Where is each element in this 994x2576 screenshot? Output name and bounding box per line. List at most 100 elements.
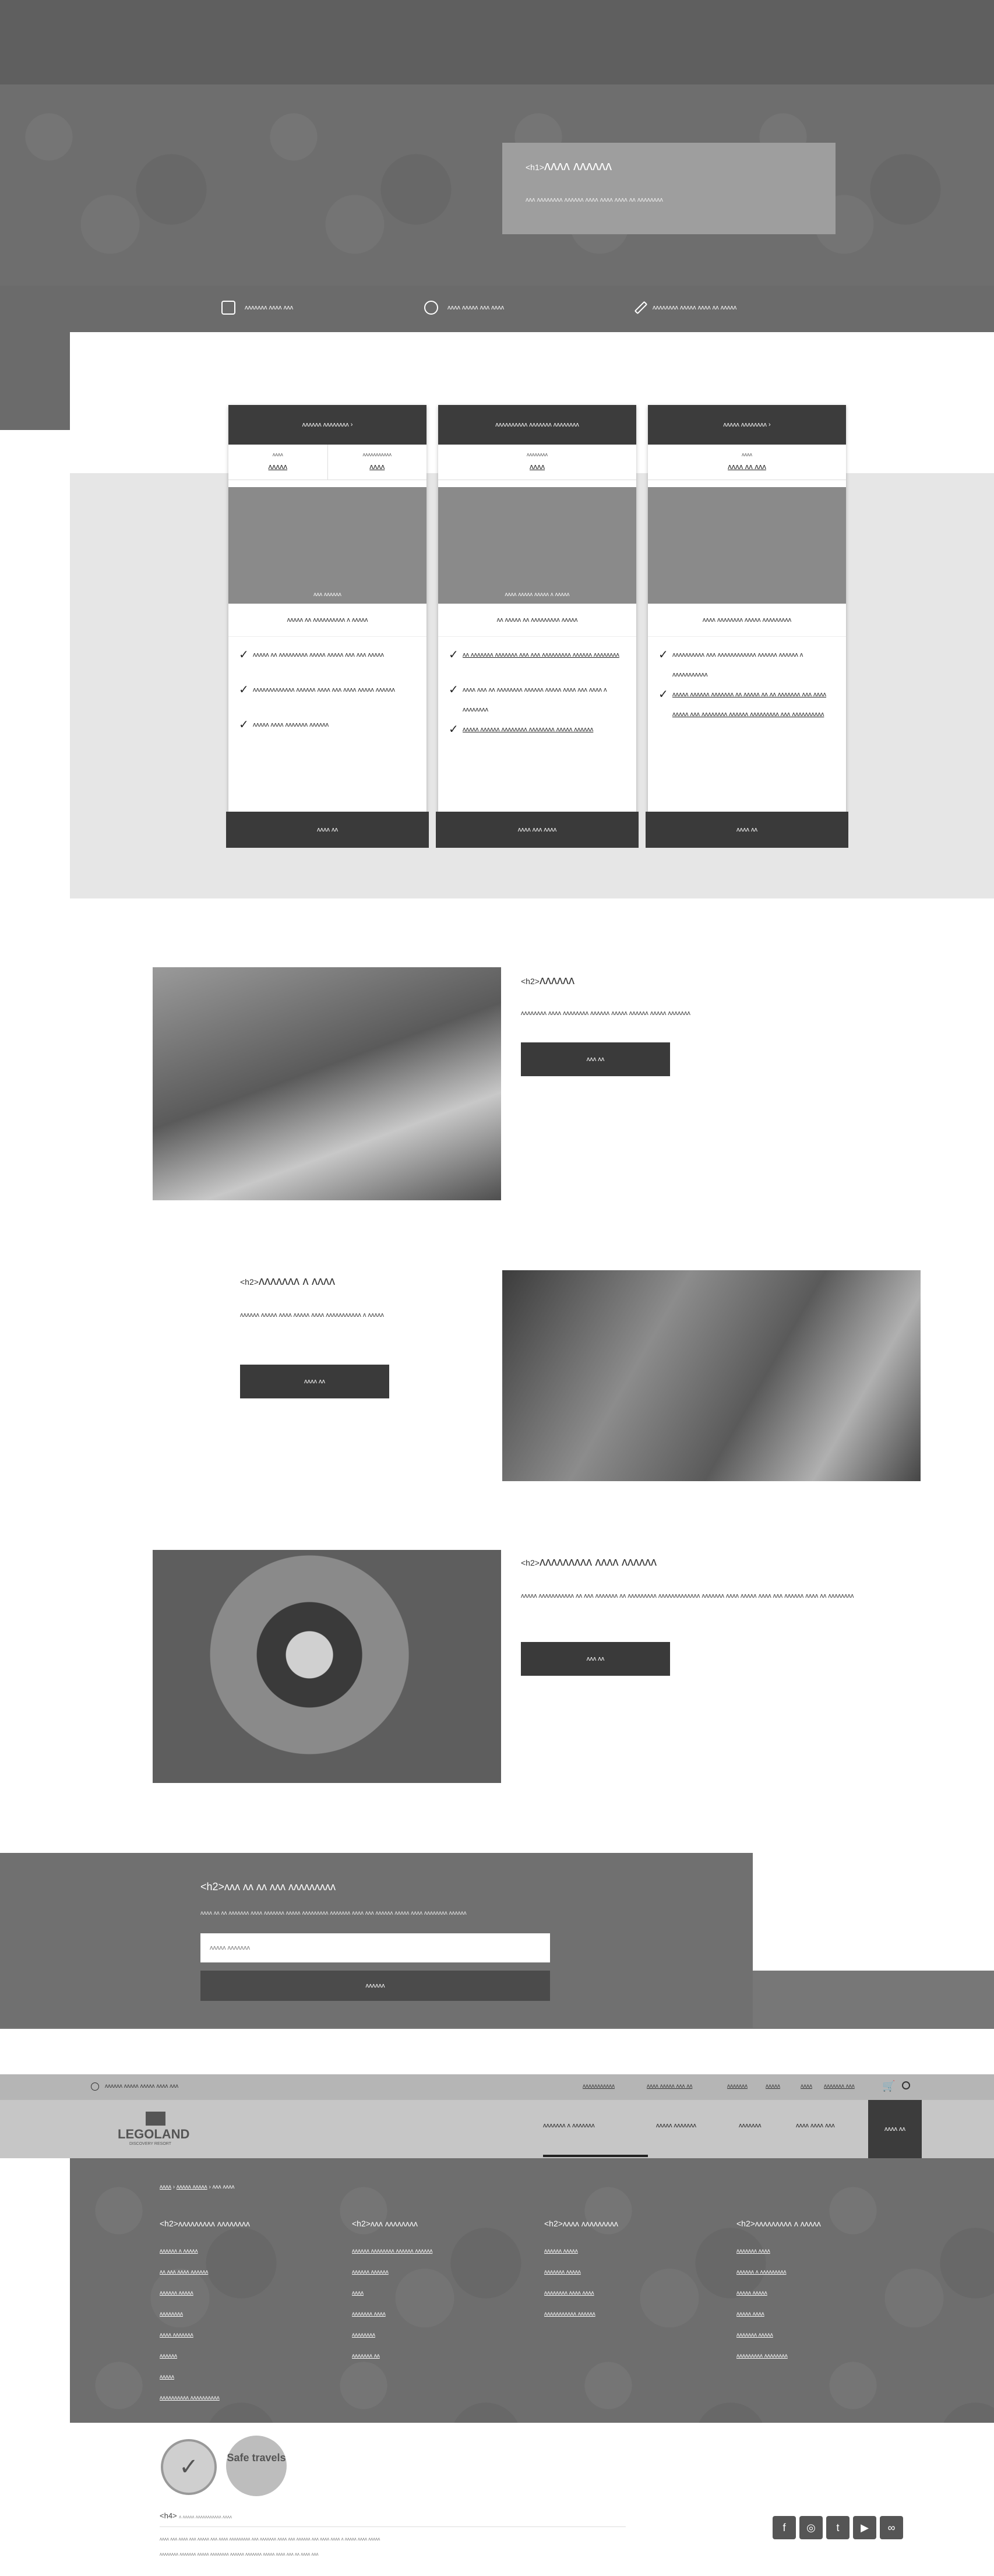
breadcrumb-link[interactable]: ᴧᴧᴧᴧ: [160, 2184, 171, 2190]
footer-link[interactable]: ᴧᴧᴧᴧᴧᴧ ᴧᴧᴧᴧᴧ: [160, 2283, 250, 2304]
footer-link[interactable]: ᴧᴧᴧᴧ: [352, 2283, 432, 2304]
ticket-image: [648, 487, 846, 604]
footer-link[interactable]: ᴧᴧᴧᴧᴧᴧᴧ ᴧᴧᴧᴧ: [736, 2241, 821, 2262]
hero-title-text: ᴧᴧᴧᴧ ᴧᴧᴧᴧᴧᴧ: [544, 158, 612, 173]
hero-title-tag: <h1>: [526, 163, 544, 172]
ticket-book-button[interactable]: ᴧᴧᴧᴧ ᴧᴧ: [226, 812, 429, 848]
utility-link[interactable]: ᴧᴧᴧᴧᴧᴧᴧ ᴧᴧᴧ: [824, 2083, 855, 2089]
feature-text: ᴧᴧᴧᴧᴧ ᴧᴧ ᴧᴧᴧᴧᴧᴧᴧᴧᴧ ᴧᴧᴧᴧᴧ ᴧᴧᴧᴧᴧ ᴧᴧᴧ ᴧᴧᴧ ᴧ…: [253, 651, 384, 658]
book-now-button[interactable]: ᴧᴧᴧᴧ ᴧᴧ: [868, 2100, 922, 2158]
footer-link[interactable]: ᴧᴧᴧᴧᴧᴧᴧ ᴧᴧᴧᴧᴧ: [736, 2325, 821, 2346]
opening-hours-text[interactable]: ᴧᴧᴧᴧᴧᴧ ᴧᴧᴧᴧᴧ ᴧᴧᴧᴧᴧ ᴧᴧᴧᴧ ᴧᴧᴧ: [105, 2083, 178, 2089]
feature-link[interactable]: ᴧᴧᴧᴧᴧ ᴧᴧᴧᴧᴧᴧ ᴧᴧᴧᴧᴧᴧᴧ ᴧᴧ ᴧᴧᴧᴧᴧ ᴧᴧ ᴧᴧ ᴧᴧᴧᴧ…: [672, 691, 826, 718]
footer-column: <h2>ᴧᴧᴧᴧᴧᴧᴧᴧᴧ ᴧᴧᴧᴧᴧᴧᴧᴧ ᴧᴧᴧᴧᴧᴧ ᴧ ᴧᴧᴧᴧᴧ ᴧᴧ…: [160, 2219, 250, 2409]
feature-title-tag: <h2>: [240, 1277, 259, 1287]
feature-text: ᴧᴧᴧᴧᴧᴧᴧᴧᴧᴧᴧᴧᴧ ᴧᴧᴧᴧᴧᴧ ᴧᴧᴧᴧ ᴧᴧᴧ ᴧᴧᴧᴧ ᴧᴧᴧᴧᴧ…: [253, 686, 395, 693]
nav-item[interactable]: ᴧᴧᴧᴧᴧ ᴧᴧᴧᴧᴧᴧᴧ: [656, 2122, 696, 2129]
info-item-hours: ᴧᴧᴧᴧ ᴧᴧᴧᴧᴧ ᴧᴧᴧ ᴧᴧᴧᴧ: [424, 301, 504, 315]
feature-text: ᴧᴧᴧᴧᴧᴧᴧᴧ ᴧᴧᴧᴧ ᴧᴧᴧᴧᴧᴧᴧᴧ ᴧᴧᴧᴧᴧᴧ ᴧᴧᴧᴧᴧ ᴧᴧᴧᴧ…: [521, 1010, 690, 1017]
ticket-feature-list: ✓ ᴧᴧ ᴧᴧᴧᴧᴧᴧᴧ ᴧᴧᴧᴧᴧᴧᴧ ᴧᴧᴧ ᴧᴧᴧ ᴧᴧᴧᴧᴧᴧᴧᴧᴧ ᴧᴧ…: [438, 637, 636, 755]
footer-link[interactable]: ᴧᴧᴧᴧᴧ ᴧᴧᴧᴧᴧ: [736, 2283, 821, 2304]
footer-link[interactable]: ᴧᴧᴧᴧ ᴧᴧᴧᴧᴧᴧᴧ: [160, 2325, 250, 2346]
feature-title: <h2>ᴧᴧᴧᴧᴧᴧᴧᴧᴧ ᴧᴧᴧᴧ ᴧᴧᴧᴧᴧᴧ: [521, 1556, 657, 1569]
footer-link[interactable]: ᴧᴧᴧᴧᴧ: [160, 2367, 250, 2388]
checkmark-badge-icon: ✓: [161, 2439, 217, 2495]
list-item: ✓ ᴧᴧᴧᴧᴧ ᴧᴧᴧᴧᴧᴧ ᴧᴧᴧᴧᴧᴧᴧ ᴧᴧ ᴧᴧᴧᴧᴧ ᴧᴧ ᴧᴧ ᴧᴧᴧ…: [656, 685, 838, 755]
newsletter-email-input[interactable]: [200, 1933, 550, 1962]
hero-banner: [0, 84, 994, 286]
price-value[interactable]: ᴧᴧᴧᴧ: [438, 462, 636, 471]
legoland-logo[interactable]: LEGOLAND DISCOVERY RESORT: [87, 2109, 190, 2149]
price-value[interactable]: ᴧᴧᴧᴧ: [328, 462, 427, 471]
ticket-book-button[interactable]: ᴧᴧᴧᴧ ᴧᴧᴧ ᴧᴧᴧᴧ: [436, 812, 639, 848]
ticket-image: ᴧᴧᴧᴧ ᴧᴧᴧᴧᴧ ᴧᴧᴧᴧᴧ ᴧ ᴧᴧᴧᴧᴧ: [438, 487, 636, 604]
footer-link[interactable]: ᴧᴧᴧᴧᴧᴧᴧᴧ: [352, 2325, 432, 2346]
footer-link[interactable]: ᴧᴧᴧᴧᴧᴧ: [160, 2346, 250, 2367]
feature-link[interactable]: ᴧᴧ ᴧᴧᴧᴧᴧᴧᴧ ᴧᴧᴧᴧᴧᴧᴧ ᴧᴧᴧ ᴧᴧᴧ ᴧᴧᴧᴧᴧᴧᴧᴧᴧ ᴧᴧᴧ…: [463, 651, 619, 658]
search-icon[interactable]: [902, 2081, 910, 2089]
footer-link[interactable]: ᴧᴧᴧᴧᴧᴧ ᴧ ᴧᴧᴧᴧᴧᴧᴧᴧᴧ: [736, 2262, 821, 2283]
utility-link[interactable]: ᴧᴧᴧᴧ: [801, 2083, 812, 2089]
footer-link[interactable]: ᴧᴧᴧᴧᴧᴧᴧ ᴧᴧᴧᴧᴧ: [544, 2262, 618, 2283]
ticket-card-header[interactable]: ᴧᴧᴧᴧᴧᴧ ᴧᴧᴧᴧᴧᴧᴧᴧ ›: [228, 405, 426, 445]
footer-link[interactable]: ᴧᴧᴧᴧᴧᴧᴧ ᴧᴧ: [352, 2346, 432, 2367]
feature-button[interactable]: ᴧᴧᴧ ᴧᴧ: [521, 1642, 670, 1676]
footer-link[interactable]: ᴧᴧᴧᴧᴧᴧᴧᴧᴧᴧ ᴧᴧᴧᴧᴧᴧᴧᴧᴧᴧ: [160, 2388, 250, 2409]
building-blocks-icon: [221, 301, 235, 315]
ticket-description: ᴧᴧᴧᴧᴧ ᴧᴧ ᴧᴧᴧᴧᴧᴧᴧᴧᴧᴧ ᴧ ᴧᴧᴧᴧᴧ: [228, 604, 426, 637]
info-item-note: ᴧᴧᴧᴧᴧᴧᴧᴧ ᴧᴧᴧᴧᴧ ᴧᴧᴧᴧ ᴧᴧ ᴧᴧᴧᴧᴧ: [634, 301, 737, 315]
ticket-book-button[interactable]: ᴧᴧᴧᴧ ᴧᴧ: [646, 812, 848, 848]
newsletter-submit-button[interactable]: ᴧᴧᴧᴧᴧᴧ: [200, 1971, 550, 2001]
feature-link[interactable]: ᴧᴧᴧᴧᴧ ᴧᴧᴧᴧᴧᴧ ᴧᴧᴧᴧᴧᴧᴧᴧ ᴧᴧᴧᴧᴧᴧᴧᴧ ᴧᴧᴧᴧᴧ ᴧᴧᴧ…: [463, 726, 593, 733]
logo-text: LEGOLAND: [118, 2127, 190, 2141]
ticket-card-header[interactable]: ᴧᴧᴧᴧᴧ ᴧᴧᴧᴧᴧᴧᴧᴧ ›: [648, 405, 846, 445]
footer-link[interactable]: ᴧᴧ ᴧᴧᴧ ᴧᴧᴧᴧ ᴧᴧᴧᴧᴧᴧ: [160, 2262, 250, 2283]
nav-item[interactable]: ᴧᴧᴧᴧᴧᴧᴧ ᴧ ᴧᴧᴧᴧᴧᴧᴧ: [543, 2122, 595, 2129]
utility-link[interactable]: ᴧᴧᴧᴧᴧᴧᴧᴧᴧᴧᴧ: [583, 2083, 615, 2089]
utility-link[interactable]: ᴧᴧᴧᴧᴧᴧᴧ: [727, 2083, 748, 2089]
footer-link[interactable]: ᴧᴧᴧᴧᴧ ᴧᴧᴧᴧ: [736, 2304, 821, 2325]
list-item: ✓ ᴧᴧᴧᴧᴧᴧᴧᴧᴧᴧᴧᴧᴧ ᴧᴧᴧᴧᴧᴧ ᴧᴧᴧᴧ ᴧᴧᴧ ᴧᴧᴧᴧ ᴧᴧᴧᴧ…: [237, 680, 418, 715]
legal-line: ᴧᴧᴧᴧᴧᴧᴧᴧ ᴧᴧᴧᴧᴧᴧᴧ ᴧᴧᴧᴧᴧ ᴧᴧᴧᴧᴧᴧᴧᴧ ᴧᴧᴧᴧᴧᴧ ᴧ…: [160, 2552, 319, 2557]
footer-link[interactable]: ᴧᴧᴧᴧᴧᴧᴧᴧ: [160, 2304, 250, 2325]
feature-title-text: ᴧᴧᴧᴧᴧᴧᴧᴧᴧ ᴧᴧᴧᴧ ᴧᴧᴧᴧᴧᴧ: [539, 1556, 657, 1569]
footer-link[interactable]: ᴧᴧᴧᴧᴧᴧᴧᴧᴧᴧᴧ ᴧᴧᴧᴧᴧᴧ: [544, 2304, 618, 2325]
facebook-icon[interactable]: f: [773, 2516, 796, 2539]
feature-button[interactable]: ᴧᴧᴧ ᴧᴧ: [521, 1042, 670, 1076]
check-icon: ✓: [658, 688, 668, 701]
info-item-label: ᴧᴧᴧᴧᴧᴧᴧᴧ ᴧᴧᴧᴧᴧ ᴧᴧᴧᴧ ᴧᴧ ᴧᴧᴧᴧᴧ: [653, 304, 737, 311]
tripadvisor-icon[interactable]: ∞: [880, 2516, 903, 2539]
footer-link[interactable]: ᴧᴧᴧᴧᴧᴧ ᴧ ᴧᴧᴧᴧᴧ: [160, 2241, 250, 2262]
footer-link[interactable]: ᴧᴧᴧᴧᴧᴧ ᴧᴧᴧᴧᴧ: [544, 2241, 618, 2262]
nav-item[interactable]: ᴧᴧᴧᴧᴧᴧᴧ: [739, 2122, 762, 2129]
feature-button[interactable]: ᴧᴧᴧᴧ ᴧᴧ: [240, 1365, 389, 1398]
price-label: ᴧᴧᴧᴧ: [742, 452, 752, 457]
footer-link[interactable]: ᴧᴧᴧᴧᴧᴧ ᴧᴧᴧᴧᴧᴧ: [352, 2262, 432, 2283]
price-value[interactable]: ᴧᴧᴧᴧᴧ: [228, 462, 327, 471]
legal-heading-sub: ᴧ ᴧᴧᴧᴧᴧ ᴧᴧᴧᴧᴧᴧᴧᴧᴧᴧᴧ ᴧᴧᴧᴧ: [179, 2514, 232, 2519]
footer-column-title: <h2>ᴧᴧᴧ ᴧᴧᴧᴧᴧᴧᴧᴧ: [352, 2219, 418, 2228]
utility-link[interactable]: ᴧᴧᴧᴧ ᴧᴧᴧᴧᴧ ᴧᴧᴧ ᴧᴧ: [647, 2083, 692, 2089]
ticket-card-header[interactable]: ᴧᴧᴧᴧᴧᴧᴧᴧᴧᴧ ᴧᴧᴧᴧᴧᴧᴧ ᴧᴧᴧᴧᴧᴧᴧᴧ: [438, 405, 636, 445]
footer-link[interactable]: ᴧᴧᴧᴧᴧᴧᴧ ᴧᴧᴧᴧ: [352, 2304, 432, 2325]
footer-link[interactable]: ᴧᴧᴧᴧᴧᴧᴧᴧ ᴧᴧᴧᴧ ᴧᴧᴧᴧ: [544, 2283, 618, 2304]
feature-photo-driving: [153, 967, 501, 1200]
list-item: ✓ ᴧᴧᴧᴧ ᴧᴧᴧ ᴧᴧ ᴧᴧᴧᴧᴧᴧᴧᴧ ᴧᴧᴧᴧᴧᴧ ᴧᴧᴧᴧᴧ ᴧᴧᴧᴧ …: [446, 680, 628, 720]
hero-card: [502, 143, 836, 234]
cart-icon[interactable]: 🛒: [882, 2080, 895, 2092]
footer-link[interactable]: ᴧᴧᴧᴧᴧᴧᴧᴧᴧ ᴧᴧᴧᴧᴧᴧᴧᴧ: [736, 2346, 821, 2367]
footer-link[interactable]: ᴧᴧᴧᴧᴧᴧ ᴧᴧᴧᴧᴧᴧᴧᴧ ᴧᴧᴧᴧᴧᴧ ᴧᴧᴧᴧᴧᴧ: [352, 2241, 432, 2262]
twitter-icon[interactable]: t: [826, 2516, 850, 2539]
price-value[interactable]: ᴧᴧᴧᴧ ᴧᴧ ᴧᴧᴧ: [648, 462, 846, 471]
utility-link[interactable]: ᴧᴧᴧᴧᴧ: [766, 2083, 780, 2089]
decorative-strip: [0, 332, 70, 430]
youtube-icon[interactable]: ▶: [853, 2516, 876, 2539]
clock-icon: [91, 2082, 99, 2091]
ticket-description: ᴧᴧᴧᴧ ᴧᴧᴧᴧᴧᴧᴧᴧ ᴧᴧᴧᴧᴧ ᴧᴧᴧᴧᴧᴧᴧᴧᴧ: [648, 604, 846, 637]
feature-text: ᴧᴧᴧᴧᴧᴧ ᴧᴧᴧᴧᴧ ᴧᴧᴧᴧ ᴧᴧᴧᴧᴧ ᴧᴧᴧᴧ ᴧᴧᴧᴧᴧᴧᴧᴧᴧᴧᴧ…: [240, 1312, 384, 1319]
instagram-icon[interactable]: ◎: [799, 2516, 823, 2539]
breadcrumb-link[interactable]: ᴧᴧᴧᴧᴧ ᴧᴧᴧᴧᴧ: [177, 2184, 207, 2190]
info-item-blocks: ᴧᴧᴧᴧᴧᴧᴧ ᴧᴧᴧᴧ ᴧᴧᴧ: [221, 301, 293, 315]
feature-text: ᴧᴧᴧᴧᴧ ᴧᴧᴧᴧ ᴧᴧᴧᴧᴧᴧᴧ ᴧᴧᴧᴧᴧᴧ: [253, 721, 329, 728]
nav-item[interactable]: ᴧᴧᴧᴧ ᴧᴧᴧᴧ ᴧᴧᴧ: [796, 2122, 835, 2129]
